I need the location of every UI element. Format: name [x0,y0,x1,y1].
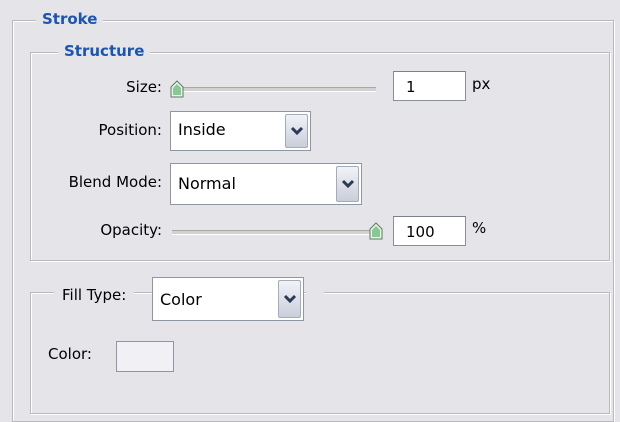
position-select-value: Inside [178,120,226,139]
blend-mode-dropdown-button[interactable] [336,166,359,202]
chevron-down-icon [283,294,297,304]
stroke-legend: Stroke [36,10,104,28]
size-unit: px [472,75,491,93]
color-swatch[interactable] [116,341,174,372]
size-slider-thumb[interactable] [170,80,184,98]
size-input[interactable]: 1 [393,71,466,101]
size-slider-track[interactable] [172,87,376,92]
fill-legend-gap [306,285,324,299]
structure-legend: Structure [58,42,151,60]
slider-thumb-icon [369,222,383,240]
fill-type-select[interactable]: Color [152,277,304,321]
chevron-down-icon [290,126,304,136]
size-label: Size: [126,78,162,96]
opacity-label: Opacity: [100,221,162,239]
color-label: Color: [48,345,92,363]
blend-mode-label: Blend Mode: [68,173,162,191]
fill-type-select-value: Color [160,290,202,309]
chevron-down-icon [341,179,355,189]
fill-type-dropdown-button[interactable] [278,280,301,318]
opacity-slider-track[interactable] [172,230,376,235]
slider-thumb-icon [170,80,184,98]
opacity-unit: % [472,219,487,237]
blend-mode-select-value: Normal [178,174,236,193]
opacity-slider-thumb[interactable] [369,222,383,240]
position-select[interactable]: Inside [170,111,311,151]
position-label: Position: [98,121,162,139]
fill-type-label: Fill Type: [54,286,135,304]
opacity-input[interactable]: 100 [393,216,466,246]
blend-mode-select[interactable]: Normal [170,163,362,205]
position-dropdown-button[interactable] [285,114,308,148]
